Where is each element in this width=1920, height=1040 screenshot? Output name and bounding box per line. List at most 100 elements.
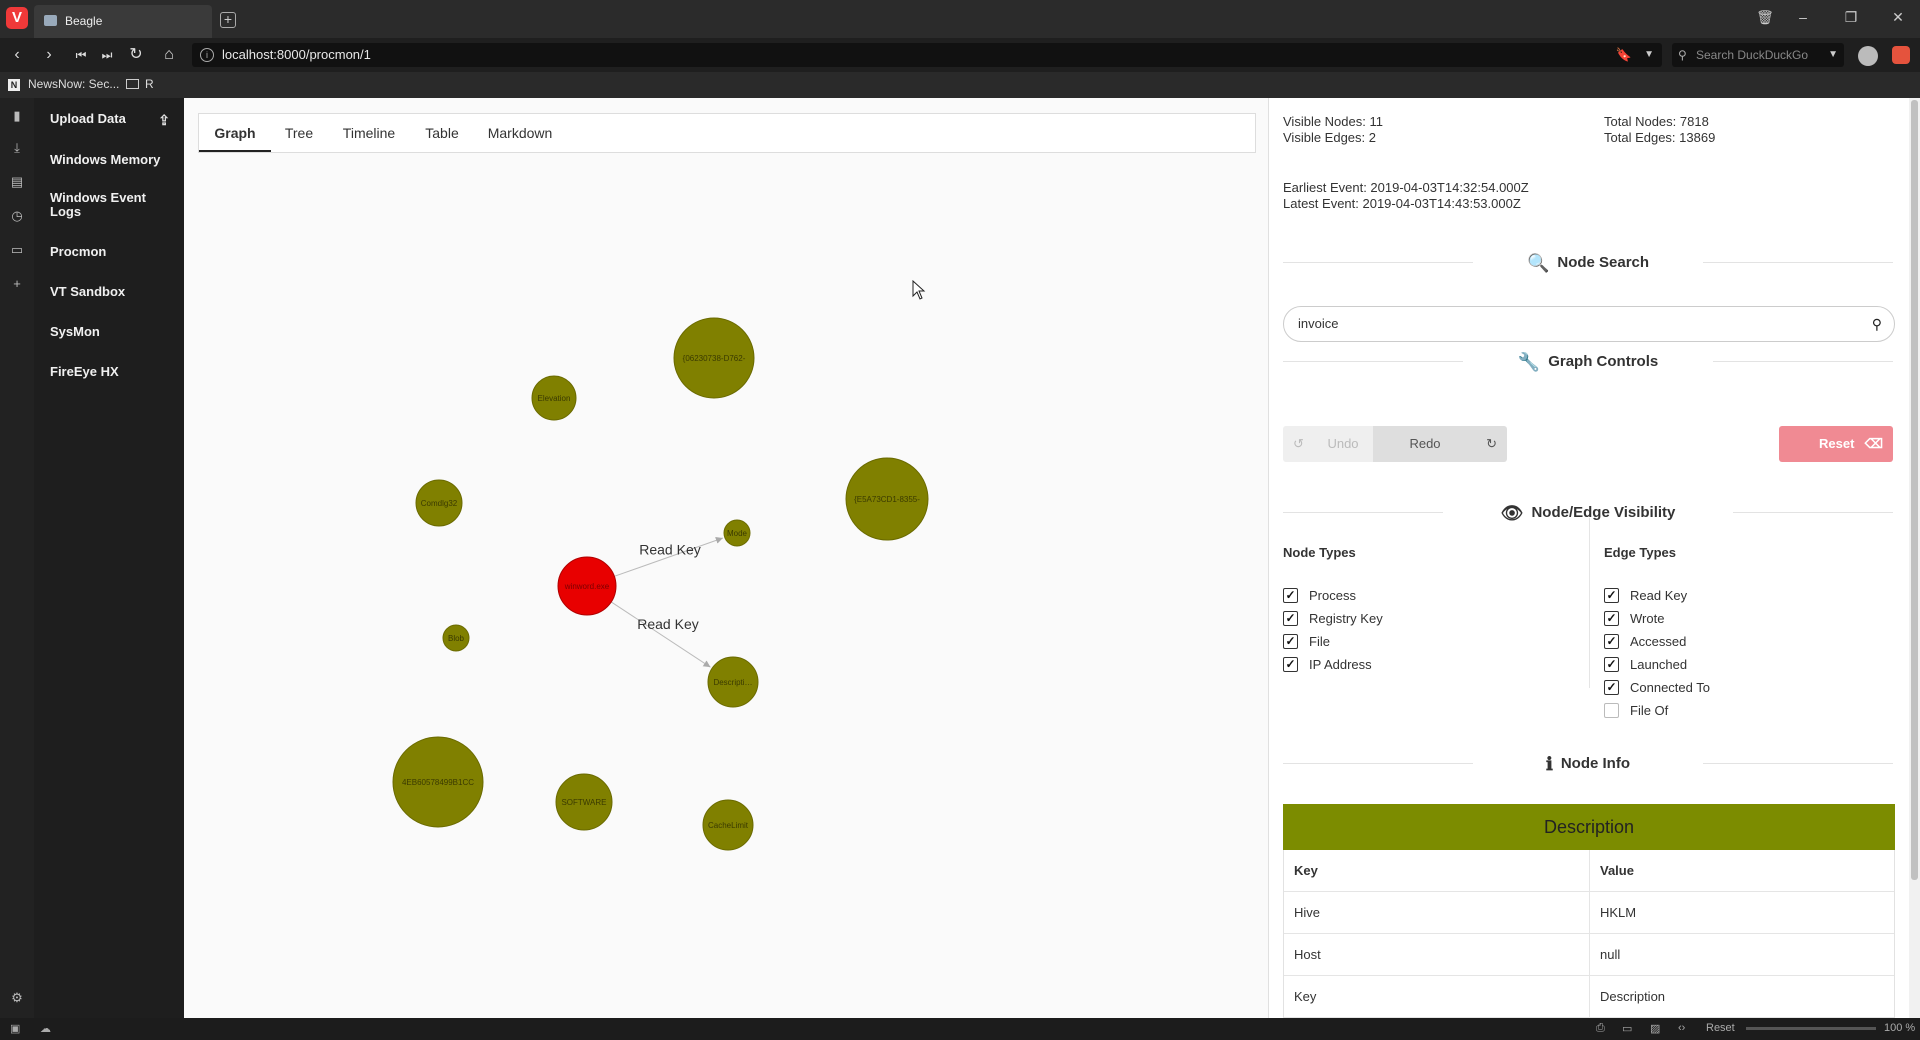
chevron-down-icon[interactable]: ▼: [1828, 43, 1838, 67]
redo-button[interactable]: Redo ↻: [1373, 426, 1507, 462]
search-icon: 🔍: [1526, 253, 1550, 273]
graph-node-mode[interactable]: Mode: [723, 519, 751, 547]
checkbox-box[interactable]: ✓: [1604, 588, 1619, 603]
extension-icon[interactable]: [1892, 46, 1910, 64]
notes-panel-icon[interactable]: ▤: [9, 174, 25, 190]
history-panel-icon[interactable]: ◷: [9, 208, 25, 224]
sidebar-item-sysmon[interactable]: SysMon: [50, 325, 180, 339]
graph-node-cache[interactable]: CacheLimit: [702, 799, 754, 851]
sidebar-item-fireeye-hx[interactable]: FireEye HX: [50, 365, 180, 379]
checkbox-box[interactable]: ✓: [1604, 611, 1619, 626]
graph-node-blob[interactable]: Blob: [442, 624, 470, 652]
newsnow-icon: N: [8, 79, 20, 91]
sidebar-item-vt-sandbox[interactable]: VT Sandbox: [50, 285, 180, 299]
add-panel-icon[interactable]: +: [9, 276, 25, 292]
browser-tab[interactable]: Beagle: [34, 5, 212, 38]
checkbox-registry-key[interactable]: ✓ Registry Key: [1283, 611, 1503, 627]
checkbox-box[interactable]: ✓: [1604, 657, 1619, 672]
tab-timeline[interactable]: Timeline: [327, 114, 411, 152]
checkbox-accessed[interactable]: ✓ Accessed: [1604, 634, 1824, 650]
tab-markdown[interactable]: Markdown: [473, 114, 567, 152]
address-toolbar: ‹ › ⏮ ⏭ ↻ ⌂ i localhost:8000/procmon/1 🔖…: [0, 38, 1920, 72]
checkbox-box[interactable]: ✓: [1283, 611, 1298, 626]
sidebar-item-procmon[interactable]: Procmon: [50, 245, 180, 259]
back-button[interactable]: ‹: [6, 44, 28, 66]
trash-icon[interactable]: 🗑: [1755, 9, 1775, 26]
graph-node-comdlg[interactable]: Comdlg32: [415, 479, 463, 527]
search-engine-field[interactable]: ⚲ Search DuckDuckGo ▼: [1672, 43, 1844, 67]
sidebar-item-windows-event-logs[interactable]: Windows Event Logs: [50, 191, 160, 219]
checkbox-box[interactable]: ✓: [1283, 657, 1298, 672]
fast-forward-button[interactable]: ⏭: [96, 44, 118, 66]
code-icon[interactable]: ‹›: [1678, 1022, 1685, 1034]
sidebar-item-windows-memory[interactable]: Windows Memory: [50, 153, 180, 167]
page-scrollbar[interactable]: [1909, 98, 1920, 1018]
tile-icon[interactable]: ▭: [1622, 1022, 1632, 1035]
window-panel-icon[interactable]: ▭: [9, 242, 25, 258]
minimize-button[interactable]: –: [1793, 9, 1813, 25]
search-icon[interactable]: ⚲: [1872, 307, 1882, 341]
node-search-header: 🔍 Node Search: [1283, 250, 1893, 274]
image-icon[interactable]: ▨: [1650, 1022, 1660, 1035]
checkbox-process[interactable]: ✓ Process: [1283, 588, 1503, 604]
zoom-reset-label[interactable]: Reset: [1706, 1022, 1735, 1034]
forward-button[interactable]: ›: [38, 44, 60, 66]
graph-node-software[interactable]: SOFTWARE: [555, 773, 613, 831]
scrollbar-thumb[interactable]: [1911, 100, 1918, 880]
undo-button[interactable]: ↺ Undo: [1283, 426, 1373, 462]
checkbox-read-key[interactable]: ✓ Read Key: [1604, 588, 1824, 604]
tab-table[interactable]: Table: [411, 114, 473, 152]
downloads-panel-icon[interactable]: ⤓: [9, 140, 25, 156]
checkbox-connected-to[interactable]: ✓ Connected To: [1604, 680, 1824, 696]
checkbox-label: File: [1309, 634, 1330, 649]
url-field[interactable]: i localhost:8000/procmon/1 🔖 ▼: [192, 43, 1662, 67]
sidebar-item-upload-data[interactable]: Upload Data ⇪: [50, 112, 180, 128]
checkbox-box[interactable]: ✓: [1283, 634, 1298, 649]
checkbox-box[interactable]: ✓: [1604, 634, 1619, 649]
chevron-down-icon[interactable]: ▼: [1644, 43, 1654, 67]
checkbox-launched[interactable]: ✓ Launched: [1604, 657, 1824, 673]
graph-node-hash[interactable]: 4EB60578499B1CC: [392, 736, 484, 828]
site-info-icon[interactable]: i: [200, 48, 214, 62]
graph-edge[interactable]: [610, 601, 711, 668]
graph-node-desc[interactable]: Descripti…: [707, 656, 759, 708]
home-button[interactable]: ⌂: [158, 44, 180, 66]
bookmarks-panel-icon[interactable]: ▮: [9, 108, 25, 124]
checkbox-wrote[interactable]: ✓ Wrote: [1604, 611, 1824, 627]
bookmark-folder-r[interactable]: R: [126, 77, 154, 91]
node-types-title: Node Types: [1283, 545, 1356, 560]
graph-node-proc[interactable]: winword.exe: [557, 556, 617, 616]
section-title: 🔍 Node Search: [1283, 253, 1893, 274]
graph-canvas[interactable]: Read Key Read Key {06230738-D762- Elevatio…: [184, 158, 1268, 1018]
checkbox-box[interactable]: ✓: [1283, 588, 1298, 603]
bookmark-newsnow[interactable]: N NewsNow: Sec...: [8, 77, 119, 91]
new-tab-button[interactable]: +: [220, 12, 236, 28]
vivaldi-logo-icon[interactable]: V: [6, 7, 28, 29]
settings-gear-icon[interactable]: ⚙: [9, 990, 25, 1006]
rewind-button[interactable]: ⏮: [70, 44, 92, 66]
checkbox-box[interactable]: [1604, 703, 1619, 718]
close-window-button[interactable]: ✕: [1888, 9, 1908, 26]
sidebar-item-label: SysMon: [50, 324, 100, 339]
node-search-input[interactable]: invoice ⚲: [1283, 306, 1895, 342]
panel-toggle-icon[interactable]: ▣: [10, 1022, 20, 1035]
cloud-sync-icon[interactable]: ☁: [40, 1022, 51, 1035]
checkbox-box[interactable]: ✓: [1604, 680, 1619, 695]
tab-graph[interactable]: Graph: [199, 114, 271, 152]
visible-nodes-stat: Visible Nodes: 11: [1283, 114, 1383, 129]
zoom-slider[interactable]: [1746, 1027, 1876, 1030]
graph-node-elev[interactable]: Elevation: [531, 375, 577, 421]
table-header-row: Key Value: [1284, 850, 1894, 892]
checkbox-ip-address[interactable]: ✓ IP Address: [1283, 657, 1503, 673]
graph-node-guid1[interactable]: {06230738-D762-: [673, 317, 755, 399]
maximize-button[interactable]: ❐: [1841, 9, 1861, 26]
checkbox-file-of[interactable]: File Of: [1604, 703, 1824, 719]
checkbox-file[interactable]: ✓ File: [1283, 634, 1503, 650]
graph-node-guid2[interactable]: {E5A73CD1-8355-: [845, 457, 929, 541]
profile-avatar[interactable]: [1858, 46, 1878, 66]
tab-tree[interactable]: Tree: [271, 114, 327, 152]
reset-button[interactable]: Reset ⌫: [1779, 426, 1893, 462]
capture-icon[interactable]: ⎙: [1596, 1022, 1605, 1035]
reload-button[interactable]: ↻: [125, 44, 147, 66]
bookmark-icon[interactable]: 🔖: [1616, 43, 1632, 67]
